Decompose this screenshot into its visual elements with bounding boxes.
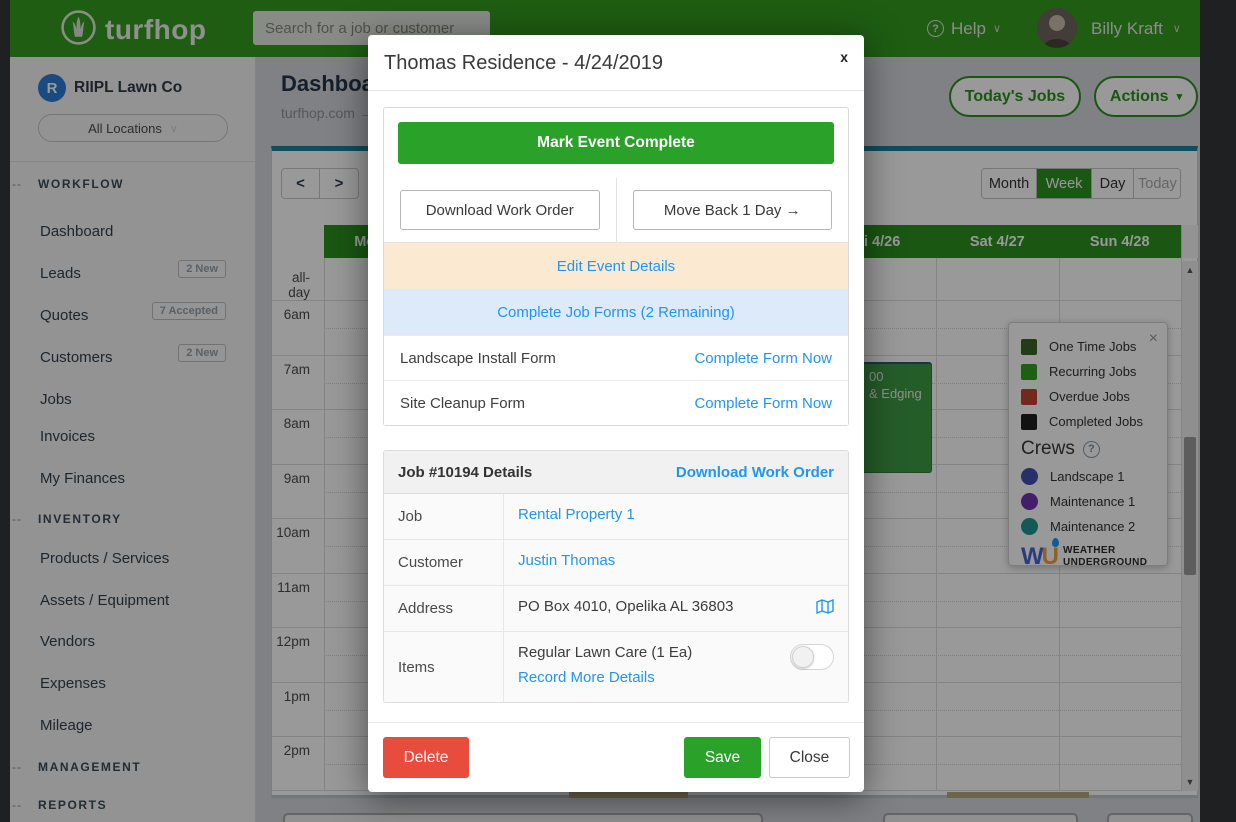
event-detail-modal: Thomas Residence - 4/24/2019 x Mark Even… — [368, 35, 864, 792]
move-back-one-day-button[interactable]: Move Back 1 Day → — [633, 190, 833, 230]
item-text: Regular Lawn Care (1 Ea) — [518, 644, 834, 661]
complete-job-forms-band: Complete Job Forms (2 Remaining) — [384, 289, 848, 335]
row-label: Items — [384, 632, 504, 702]
modal-close-icon[interactable]: x — [840, 49, 848, 65]
form-row-site-cleanup: Site Cleanup Form Complete Form Now — [384, 380, 848, 425]
delete-button[interactable]: Delete — [383, 737, 469, 778]
download-work-order-link[interactable]: Download Work Order — [676, 464, 834, 481]
download-work-order-button[interactable]: Download Work Order — [400, 190, 600, 230]
modal-title: Thomas Residence - 4/24/2019 — [384, 52, 663, 75]
save-button[interactable]: Save — [684, 737, 761, 778]
customer-link[interactable]: Justin Thomas — [518, 552, 615, 569]
job-details-title: Job #10194 Details — [398, 464, 532, 481]
table-row-customer: Customer Justin Thomas — [384, 540, 848, 586]
map-icon[interactable] — [816, 599, 834, 618]
address-text: PO Box 4010, Opelika AL 36803 — [518, 598, 733, 615]
row-label: Job — [384, 494, 504, 539]
job-link[interactable]: Rental Property 1 — [518, 506, 635, 523]
mark-event-complete-button[interactable]: Mark Event Complete — [398, 122, 834, 164]
close-button[interactable]: Close — [769, 737, 850, 778]
modal-footer-divider — [368, 722, 864, 723]
table-row-address: Address PO Box 4010, Opelika AL 36803 — [384, 586, 848, 632]
complete-form-now-link[interactable]: Complete Form Now — [694, 350, 832, 367]
edit-event-details-band: Edit Event Details — [384, 243, 848, 289]
form-row-landscape-install: Landscape Install Form Complete Form Now — [384, 335, 848, 380]
record-more-details-link[interactable]: Record More Details — [518, 669, 834, 686]
item-toggle[interactable] — [790, 644, 834, 670]
complete-job-forms-link[interactable]: Complete Job Forms (2 Remaining) — [497, 304, 735, 321]
toggle-knob — [792, 646, 814, 668]
job-details-header: Job #10194 Details Download Work Order — [384, 451, 848, 494]
app-root: turfhop ? Help ∨ Billy Kraft ∨ — [0, 0, 1236, 822]
row-label: Address — [384, 586, 504, 631]
complete-form-now-link[interactable]: Complete Form Now — [694, 395, 832, 412]
modal-header-divider — [368, 90, 864, 91]
table-row-items: Items Regular Lawn Care (1 Ea) Record Mo… — [384, 632, 848, 702]
download-cell: Download Work Order — [384, 178, 617, 242]
form-name: Site Cleanup Form — [400, 395, 525, 412]
job-details-table: Job #10194 Details Download Work Order J… — [383, 450, 849, 703]
secondary-actions-row: Download Work Order Move Back 1 Day → — [384, 178, 848, 243]
form-name: Landscape Install Form — [400, 350, 556, 367]
event-actions-panel: Mark Event Complete Download Work Order … — [383, 107, 849, 426]
edit-event-details-link[interactable]: Edit Event Details — [557, 258, 675, 275]
table-row-job: Job Rental Property 1 — [384, 494, 848, 540]
row-label: Customer — [384, 540, 504, 585]
move-back-cell: Move Back 1 Day → — [617, 178, 849, 242]
